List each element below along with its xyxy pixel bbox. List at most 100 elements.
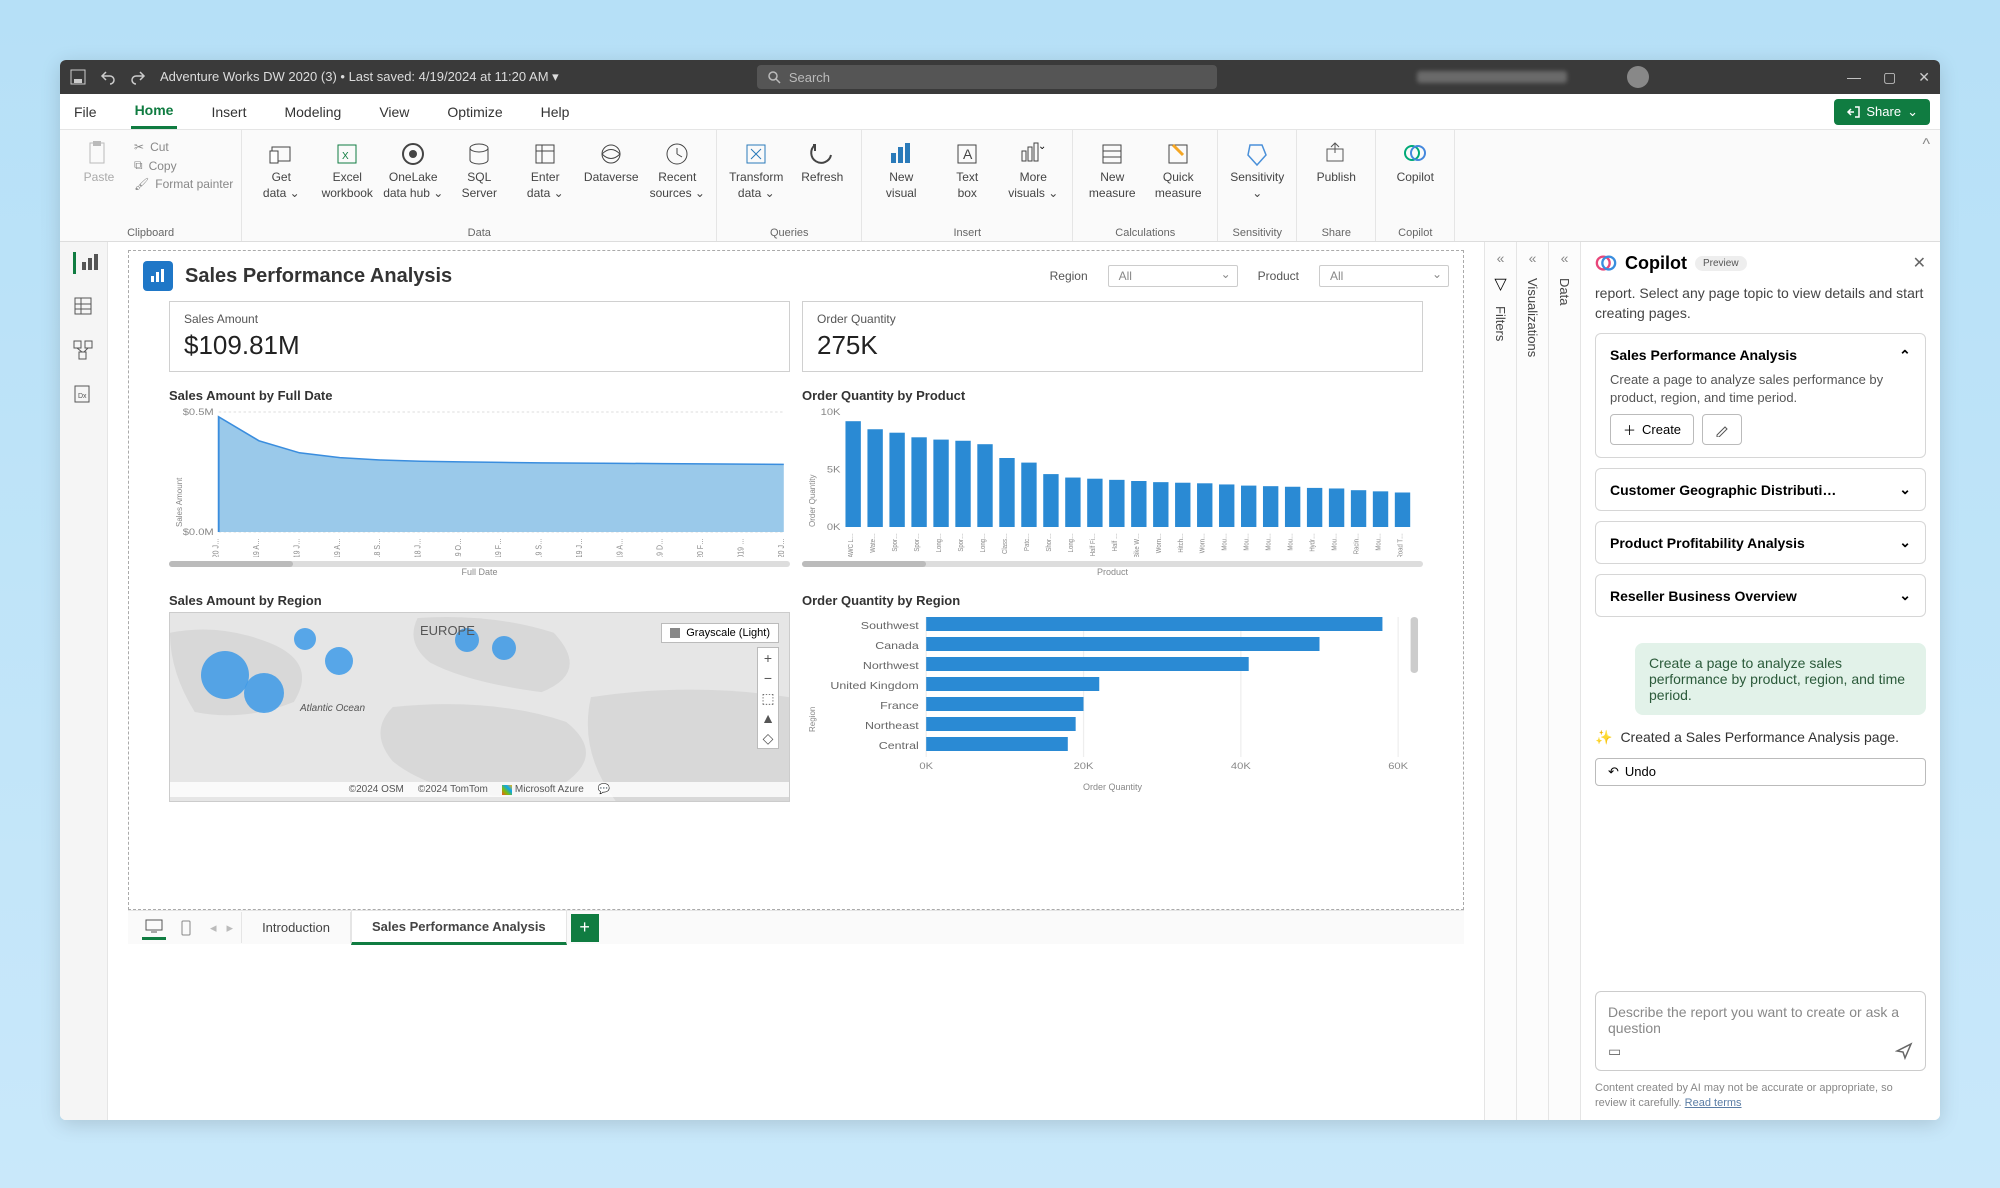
page-tab-sales-performance[interactable]: Sales Performance Analysis — [351, 911, 567, 945]
menu-help[interactable]: Help — [537, 96, 574, 128]
map-bubble[interactable] — [492, 636, 516, 660]
close-window-button[interactable]: ✕ — [1918, 69, 1930, 86]
ribbon-collapse-icon[interactable]: ^ — [1912, 130, 1940, 241]
menu-home[interactable]: Home — [131, 94, 178, 129]
format-painter-button[interactable]: 🖌 Format painter — [134, 177, 233, 191]
user-avatar[interactable] — [1627, 66, 1649, 88]
transform-data-button[interactable]: Transformdata ⌄ — [725, 136, 787, 225]
report-canvas[interactable]: Sales Performance Analysis Region All Pr… — [128, 250, 1464, 910]
suggestion-product-profit[interactable]: Product Profitability Analysis⌄ — [1595, 521, 1926, 564]
svg-text:2019 J…: 2019 J… — [574, 538, 584, 557]
visualizations-rail[interactable]: « Visualizations — [1516, 242, 1548, 1120]
filter-product-select[interactable]: All — [1319, 265, 1449, 287]
filter-region-select[interactable]: All — [1108, 265, 1238, 287]
svg-text:Spor…: Spor… — [892, 533, 900, 552]
svg-text:5K: 5K — [827, 465, 841, 475]
map-bubble[interactable] — [201, 651, 249, 699]
page-tab-introduction[interactable]: Introduction — [241, 912, 351, 943]
recent-sources-button[interactable]: Recentsources ⌄ — [646, 136, 708, 225]
map-sales-by-region[interactable]: EUROPE Atlantic Ocean Grayscale (Light) … — [169, 612, 790, 802]
sql-server-button[interactable]: SQLServer — [448, 136, 510, 225]
svg-text:Mou…: Mou… — [1375, 533, 1383, 551]
chart-quantity-by-product[interactable]: Order Quantity 0K5K10KAWC L…Wate…Spor…Sp… — [802, 407, 1423, 577]
copilot-input[interactable]: Describe the report you want to create o… — [1595, 991, 1926, 1071]
sensitivity-button[interactable]: Sensitivity⌄ — [1226, 136, 1288, 225]
attachment-icon[interactable]: ▭ — [1608, 1043, 1621, 1060]
paste-button[interactable]: Paste — [68, 136, 130, 225]
copilot-button[interactable]: Copilot — [1384, 136, 1446, 225]
mobile-view-icon[interactable] — [174, 916, 198, 940]
undo-icon[interactable] — [100, 69, 116, 85]
desktop-view-icon[interactable] — [142, 916, 166, 940]
text-box-button[interactable]: ATextbox — [936, 136, 998, 225]
map-style-selector[interactable]: Grayscale (Light) — [661, 623, 779, 643]
send-icon[interactable] — [1895, 1042, 1913, 1060]
chevron-up-icon[interactable]: ⌄ — [1899, 346, 1911, 363]
menu-modeling[interactable]: Modeling — [280, 96, 345, 128]
new-visual-button[interactable]: Newvisual — [870, 136, 932, 225]
left-navigation-rail: Dx — [60, 242, 108, 1120]
svg-text:2019 F…: 2019 F… — [494, 538, 504, 557]
menu-insert[interactable]: Insert — [207, 96, 250, 128]
quick-measure-button[interactable]: Quickmeasure — [1147, 136, 1209, 225]
dataverse-button[interactable]: Dataverse — [580, 136, 642, 225]
publish-button[interactable]: Publish — [1305, 136, 1367, 225]
menu-view[interactable]: View — [375, 96, 413, 128]
table-view-icon[interactable] — [73, 296, 95, 318]
suggestion-sales-performance: Sales Performance Analysis⌄ Create a pag… — [1595, 333, 1926, 458]
map-bubble[interactable] — [325, 647, 353, 675]
create-page-button[interactable]: ＋ Create — [1610, 414, 1694, 445]
chart2-scrollbar[interactable] — [802, 561, 1423, 567]
tab-next-icon[interactable]: ▸ — [227, 920, 234, 936]
data-rail[interactable]: « Data — [1548, 242, 1580, 1120]
suggestion-reseller[interactable]: Reseller Business Overview⌄ — [1595, 574, 1926, 617]
refresh-button[interactable]: Refresh — [791, 136, 853, 225]
svg-text:AWC L…: AWC L… — [848, 533, 856, 557]
dax-view-icon[interactable]: Dx — [73, 384, 95, 406]
add-page-button[interactable]: + — [571, 914, 599, 942]
expand-data-icon[interactable]: « — [1561, 250, 1569, 266]
report-view-icon[interactable] — [73, 252, 95, 274]
menu-bar: File Home Insert Modeling View Optimize … — [60, 94, 1940, 130]
model-view-icon[interactable] — [73, 340, 95, 362]
copilot-intro-text: report. Select any page topic to view de… — [1595, 284, 1926, 323]
tab-prev-icon[interactable]: ◂ — [210, 920, 217, 936]
kpi-card-order-quantity[interactable]: Order Quantity 275K — [802, 301, 1423, 372]
cut-button[interactable]: ✂ Cut — [134, 140, 233, 154]
filters-funnel-icon: ▽ — [1494, 274, 1506, 294]
copy-button[interactable]: ⧉ Copy — [134, 158, 233, 173]
onelake-data-hub-button[interactable]: OneLakedata hub ⌄ — [382, 136, 444, 225]
expand-viz-icon[interactable]: « — [1529, 250, 1537, 266]
svg-text:Shor…: Shor… — [1045, 533, 1053, 552]
menu-file[interactable]: File — [70, 96, 101, 128]
redo-icon[interactable] — [130, 69, 146, 85]
enter-data-button[interactable]: Enterdata ⌄ — [514, 136, 576, 225]
map-bubble[interactable] — [294, 628, 316, 650]
read-terms-link[interactable]: Read terms — [1685, 1097, 1742, 1109]
expand-filters-icon[interactable]: « — [1497, 250, 1505, 266]
search-box[interactable]: Search — [757, 65, 1217, 89]
get-data-button[interactable]: Getdata ⌄ — [250, 136, 312, 225]
chart1-scrollbar[interactable] — [169, 561, 790, 567]
map-zoom-controls[interactable]: +−⬚▲◇ — [757, 647, 779, 749]
filters-rail[interactable]: « ▽ Filters — [1484, 242, 1516, 1120]
pencil-icon — [1715, 423, 1729, 437]
minimize-button[interactable]: — — [1847, 69, 1861, 86]
share-button[interactable]: Share ⌄ — [1834, 99, 1930, 125]
maximize-button[interactable]: ▢ — [1883, 69, 1896, 86]
chart-sales-by-date[interactable]: Sales Amount $0.0M$0.5M2020 J…2019 A…201… — [169, 407, 790, 577]
new-measure-button[interactable]: Newmeasure — [1081, 136, 1143, 225]
edit-suggestion-button[interactable] — [1702, 414, 1742, 445]
svg-text:Hydr…: Hydr… — [1309, 533, 1317, 552]
save-icon[interactable] — [70, 69, 86, 85]
more-visuals-button[interactable]: ⌄Morevisuals ⌄ — [1002, 136, 1064, 225]
close-copilot-icon[interactable]: ✕ — [1913, 253, 1926, 273]
suggestion-customer-geo[interactable]: Customer Geographic Distributi…⌄ — [1595, 468, 1926, 511]
chart-quantity-by-region[interactable]: Region 0K20K40K60KSouthwestCanadaNorthwe… — [802, 612, 1423, 812]
undo-button[interactable]: ↶ Undo — [1595, 758, 1926, 786]
excel-workbook-button[interactable]: XExcelworkbook — [316, 136, 378, 225]
kpi-card-sales-amount[interactable]: Sales Amount $109.81M — [169, 301, 790, 372]
menu-optimize[interactable]: Optimize — [443, 96, 506, 128]
ribbon-queries: Transformdata ⌄Refresh Queries — [717, 130, 862, 241]
copilot-disclaimer: Content created by AI may not be accurat… — [1595, 1081, 1926, 1110]
